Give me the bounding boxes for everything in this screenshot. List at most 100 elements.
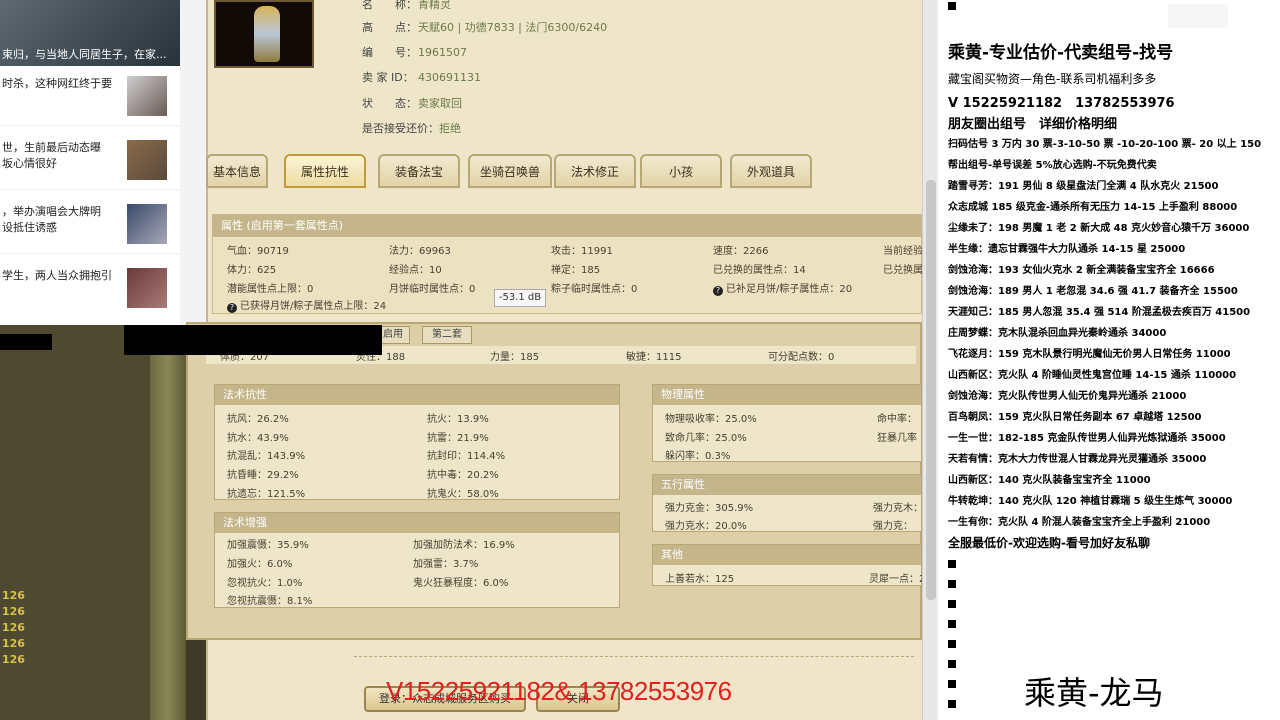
news-thumbnail[interactable] (127, 76, 167, 116)
news-item-text[interactable]: 学生，两人当众拥抱引 (2, 268, 120, 284)
ad-line: 百鸟朝凤：159 克火队日常任务副本 67 卓越塔 12500 (948, 412, 1202, 423)
attr-current-exp: 当前经验 (883, 246, 923, 257)
ad-line: 剑蚀沧海：193 女仙火克水 2 新全满装备宝宝齐全 16666 (948, 265, 1215, 276)
ad-line: 天涯知己：185 男人忽混 35.4 强 514 阶混孟极去疾百万 41500 (948, 307, 1251, 318)
news-item-text[interactable]: ，举办演唱会大牌明 设抵住诱惑 (2, 204, 120, 236)
ad-line: 山西新区：140 克火队装备宝宝齐全 11000 (948, 475, 1151, 486)
tab-attributes[interactable]: 属性抗性 (284, 154, 366, 188)
resist-value: 抗封印：114.4% (427, 451, 506, 462)
help-icon[interactable]: ? (713, 286, 723, 296)
tab-appearance[interactable]: 外观道具 (730, 154, 812, 188)
scrollbar-thumb[interactable] (926, 180, 936, 600)
news-feed-panel: 束归，与当地人同居生子，在家... 时杀，这种网红终于要 世，生前最后动态曝 坂… (0, 0, 206, 325)
profile-value: 430691131 (418, 71, 481, 84)
news-thumbnail[interactable] (127, 140, 167, 180)
resist-value: 抗混乱：143.9% (227, 451, 306, 462)
help-icon[interactable]: ? (227, 303, 237, 313)
left-level-list: 126 126 126 126 126 (0, 588, 60, 668)
news-top-caption[interactable]: 束归，与当地人同居生子，在家... (2, 46, 167, 62)
bullet-icon (948, 700, 956, 708)
bullet-icon (948, 680, 956, 688)
profile-row-highlights: 高 点：天赋60 | 功德7833 | 法门6300/6240 (362, 19, 607, 35)
resist-value: 抗昏睡：29.2% (227, 470, 299, 481)
ad-line: 剑蚀沧海：克火队传世男人仙无价鬼异光通杀 21000 (948, 391, 1187, 402)
news-item[interactable]: ，举办演唱会大牌明 设抵住诱惑 (0, 194, 180, 254)
ad-line: 牛转乾坤：140 克火队 120 神植甘霖瑞 5 级生生炼气 30000 (948, 496, 1233, 507)
other-value: 灵犀一点：2 (869, 574, 926, 585)
news-top-image[interactable]: 束归，与当地人同居生子，在家... (0, 0, 180, 66)
bullet-icon (948, 560, 956, 568)
ad-line: 山西新区：克火队 4 阶睡仙灵性鬼宫位睡 14-15 通杀 110000 (948, 370, 1237, 381)
news-item[interactable]: 时杀，这种网红终于要 (0, 66, 180, 126)
divider (354, 656, 914, 657)
other-header: 其他 (653, 545, 921, 565)
magic-boost-section: 法术增强 加强震慑：35.9% 加强加防法术：16.9% 加强火：6.0% 加强… (214, 512, 620, 608)
tab-basic-info[interactable]: 基本信息 (206, 154, 268, 188)
level-value: 126 (2, 653, 25, 666)
ad-line: 天若有情：克木大力传世混人甘霖龙异光灵獾通杀 35000 (948, 454, 1207, 465)
ad-line: 众志成城 185 级克金-通杀所有无压力 14-15 上手盈利 88000 (948, 202, 1238, 213)
tab-child[interactable]: 小孩 (640, 154, 722, 188)
boost-value: 加强火：6.0% (227, 559, 293, 570)
attr-potential-cap: 潜能属性点上限：0 (227, 284, 314, 295)
attr-exp-points: 经验点：10 (389, 265, 442, 276)
ad-line: 扫码估号 3 万内 30 票-3-10-50 票 -10-20-100 票- 2… (948, 139, 1262, 150)
character-portrait (214, 0, 314, 68)
boost-value: 忽视抗震慑：8.1% (227, 596, 313, 607)
attr-hp: 气血：90719 (227, 246, 289, 257)
element-value: 强力克： (873, 521, 913, 532)
window-scrollbar[interactable] (922, 0, 938, 720)
ad-line: V 15225921182 13782553976 (948, 96, 1175, 111)
profile-label: 是否接受还价： (362, 122, 439, 135)
character-figure-icon (254, 6, 280, 62)
redaction-bar (0, 334, 52, 350)
magic-boost-header: 法术增强 (215, 513, 619, 533)
physical-section: 物理属性 物理吸收率：25.0% 命中率： 致命几率：25.0% 狂暴几率 躲闪… (652, 384, 922, 462)
ad-line: 全服最低价-欢迎选购-看号加好友私聊 (948, 536, 1150, 550)
stat-strength: 力量：185 (490, 352, 540, 363)
ad-line: 一生有你：克火队 4 阶混人装备宝宝齐全上手盈利 21000 (948, 517, 1211, 528)
boost-value: 鬼火狂暴程度：6.0% (413, 578, 509, 589)
element-value: 强力克金：305.9% (665, 503, 754, 514)
bullet-icon (948, 600, 956, 608)
attribute-summary-panel: 属性 (启用第一套属性点) 气血：90719 法力：69963 攻击：11991… (212, 214, 923, 314)
tab-spell-correction[interactable]: 法术修正 (554, 154, 636, 188)
ad-line: 帮出组号-单号误差 5%放心选购-不玩免费代卖 (948, 160, 1157, 171)
ad-line: 踏雪寻芳：191 男仙 8 级星盘法门全满 4 队水克火 21500 (948, 181, 1219, 192)
overlay-phone-numbers: V15225921182& 13782553976 (386, 676, 732, 706)
element-value: 强力克木： (873, 503, 923, 514)
profile-row-status: 状 态：卖家取回 (362, 95, 462, 111)
tab-equipment[interactable]: 装备法宝 (378, 154, 460, 188)
attr-stamina: 体力：625 (227, 265, 277, 276)
profile-value: 天赋60 | 功德7833 | 法门6300/6240 (418, 21, 608, 34)
volume-tooltip: -53.1 dB (494, 289, 546, 307)
bullet-icon (948, 660, 956, 668)
profile-label: 名 称： (362, 0, 417, 11)
resist-value: 抗鬼火：58.0% (427, 489, 499, 500)
physical-value: 物理吸收率：25.0% (665, 414, 757, 425)
profile-row-seller: 卖 家 ID： 430691131 (362, 69, 481, 85)
news-item[interactable]: 学生，两人当众拥抱引 (0, 258, 180, 318)
tab-mounts[interactable]: 坐骑召唤兽 (468, 154, 552, 188)
advert-panel: 乘黄-专业估价-代卖组号-找号 藏宝阁买物资—角色-联系司机福利多多 V 152… (938, 0, 1280, 720)
attr-zongzi-temp: 粽子临时属性点：0 (551, 284, 638, 295)
news-item-text[interactable]: 世，生前最后动态曝 坂心情很好 (2, 140, 120, 172)
attr-mp: 法力：69963 (389, 246, 451, 257)
tab-attr-set-2[interactable]: 第二套 (422, 326, 472, 344)
ad-title: 乘黄-专业估价-代卖组号-找号 (948, 43, 1174, 63)
five-elements-header: 五行属性 (653, 475, 921, 495)
ad-line: 一生一世：182-185 克金队传世男人仙异光炼狱通杀 35000 (948, 433, 1226, 444)
attr-speed: 速度：2266 (713, 246, 769, 257)
attr-filled-points: ? 已补足月饼/粽子属性点：20 (713, 280, 852, 296)
news-thumbnail[interactable] (127, 268, 167, 308)
character-detail-window: 名 称：青精灵 高 点：天赋60 | 功德7833 | 法门6300/6240 … (124, 0, 926, 720)
resist-value: 抗火：13.9% (427, 414, 489, 425)
news-item-text[interactable]: 时杀，这种网红终于要 (2, 76, 120, 92)
news-thumbnail[interactable] (127, 204, 167, 244)
attr-exchanged-attr: 已兑换属 (883, 265, 923, 276)
attribute-panel-header: 属性 (启用第一套属性点) (213, 215, 921, 237)
news-scrollbar[interactable] (180, 0, 206, 325)
bullet-icon (948, 580, 956, 588)
news-item[interactable]: 世，生前最后动态曝 坂心情很好 (0, 130, 180, 190)
element-value: 强力克水：20.0% (665, 521, 747, 532)
